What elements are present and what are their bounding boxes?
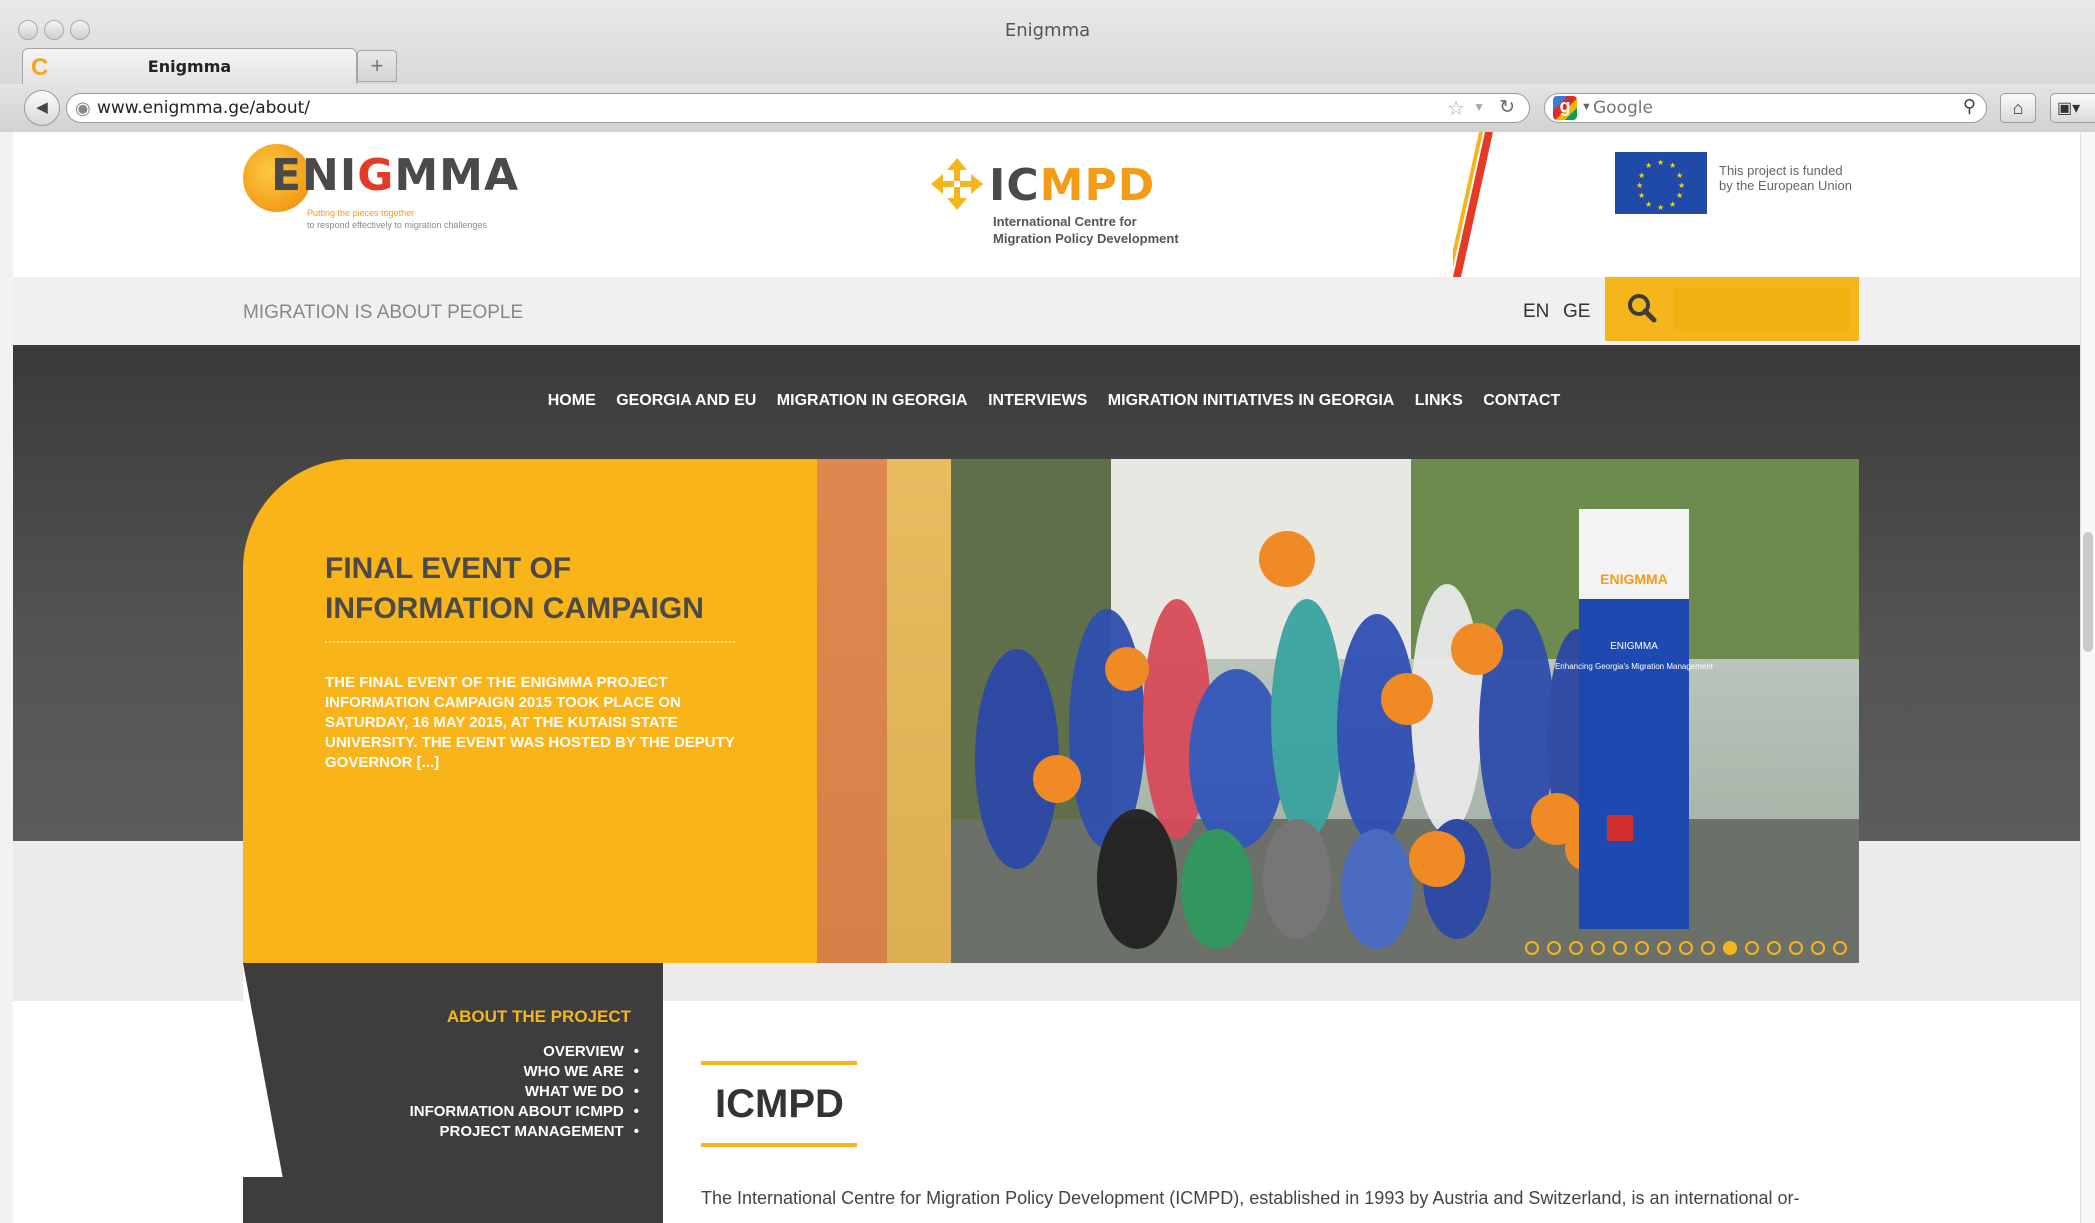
slider-dot[interactable] bbox=[1833, 941, 1847, 955]
icmpd-subtitle-1: International Centre for bbox=[993, 214, 1137, 229]
globe-icon: ◉ bbox=[75, 98, 91, 118]
extensions-button[interactable]: ▣▾ bbox=[2050, 93, 2095, 123]
utility-bar: MIGRATION IS ABOUT PEOPLE EN GE bbox=[13, 277, 2095, 345]
news-slider: FINAL EVENT OF INFORMATION CAMPAIGN THE … bbox=[243, 459, 1859, 963]
search-icon[interactable] bbox=[1625, 291, 1659, 325]
engine-dropdown-icon[interactable]: ▼ bbox=[1581, 101, 1592, 113]
page-scrollbar[interactable] bbox=[2080, 132, 2095, 1223]
browser-chrome: Enigmma C Enigmma + ◀ ◉ ☆ ▼ ↻ g ▼ ⚲ ⌂ ▣▾ bbox=[0, 0, 2095, 132]
banner-logo-text: ENIGMMA bbox=[1600, 571, 1668, 587]
icmpd-wordmark: ICMPD bbox=[989, 160, 1156, 211]
sidebar-item-label[interactable]: WHO WE ARE bbox=[523, 1063, 623, 1080]
history-dropdown-icon[interactable]: ▼ bbox=[1473, 100, 1485, 114]
web-page: ENIGMMA Putting the pieces together to r… bbox=[13, 132, 2095, 1223]
sidebar-item-label[interactable]: OVERVIEW bbox=[543, 1043, 624, 1060]
slider-dot[interactable] bbox=[1745, 941, 1759, 955]
slide-divider bbox=[325, 641, 735, 643]
title-bar: Enigmma bbox=[0, 0, 2095, 48]
slide-title-line1[interactable]: FINAL EVENT OF bbox=[325, 552, 571, 585]
nav-migration-in-georgia[interactable]: MIGRATION IN GEORGIA bbox=[777, 392, 968, 410]
sidebar-notch bbox=[243, 963, 283, 1179]
slider-dot[interactable] bbox=[1811, 941, 1825, 955]
page-body-text: The International Centre for Migration P… bbox=[701, 1188, 1800, 1208]
slide-photo[interactable]: ENIGMMA ENIGMMA Enhancing Georgia's Migr… bbox=[817, 459, 1859, 963]
sidebar-item-label[interactable]: INFORMATION ABOUT ICMPD bbox=[410, 1103, 624, 1120]
new-tab-button[interactable]: + bbox=[357, 50, 397, 82]
slider-dot[interactable] bbox=[1591, 941, 1605, 955]
home-button[interactable]: ⌂ bbox=[2000, 93, 2036, 123]
slider-dot[interactable] bbox=[1789, 941, 1803, 955]
main-navigation: HOME GEORGIA AND EU MIGRATION IN GEORGIA… bbox=[13, 392, 2095, 410]
icmpd-logo[interactable]: ICMPD International Centre for Migration… bbox=[929, 152, 1189, 246]
nav-interviews[interactable]: INTERVIEWS bbox=[988, 392, 1087, 410]
slider-dot[interactable] bbox=[1723, 941, 1737, 955]
window-title: Enigmma bbox=[1004, 20, 1091, 41]
navigation-bar: ◀ ◉ ☆ ▼ ↻ g ▼ ⚲ ⌂ ▣▾ bbox=[0, 84, 2095, 132]
tab-enigmma[interactable]: C Enigmma bbox=[22, 48, 357, 84]
address-bar[interactable]: ◉ ☆ ▼ ↻ bbox=[66, 93, 1530, 123]
enigmma-logo[interactable]: ENIGMMA Putting the pieces together to r… bbox=[243, 142, 543, 232]
magnifier-icon[interactable]: ⚲ bbox=[1963, 96, 1976, 117]
web-search-bar[interactable]: g ▼ ⚲ bbox=[1544, 93, 1987, 123]
eu-funding-text-2: by the European Union bbox=[1719, 178, 1852, 193]
slide-title[interactable]: FINAL EVENT OF INFORMATION CAMPAIGN bbox=[325, 549, 765, 629]
url-input[interactable] bbox=[97, 98, 1097, 118]
nav-home[interactable]: HOME bbox=[548, 392, 596, 410]
slider-dot[interactable] bbox=[1547, 941, 1561, 955]
eu-funding-text-1: This project is funded bbox=[1719, 163, 1843, 178]
banner-title: ENIGMMA bbox=[1610, 641, 1658, 652]
slider-dot[interactable] bbox=[1657, 941, 1671, 955]
site-header: ENIGMMA Putting the pieces together to r… bbox=[13, 132, 2095, 277]
nav-migration-initiatives[interactable]: MIGRATION INITIATIVES IN GEORGIA bbox=[1108, 392, 1395, 410]
sidebar-item-project-management[interactable]: PROJECT MANAGEMENT • bbox=[440, 1123, 639, 1140]
enigmma-wordmark: ENIGMMA bbox=[271, 150, 520, 201]
title-rule-bottom bbox=[701, 1143, 857, 1147]
sidebar-item-what-we-do[interactable]: WHAT WE DO • bbox=[525, 1083, 639, 1100]
sidebar-heading: ABOUT THE PROJECT bbox=[446, 1007, 631, 1026]
slide-excerpt: THE FINAL EVENT OF THE ENIGMMA PROJECT I… bbox=[325, 674, 735, 771]
scrollbar-thumb[interactable] bbox=[2083, 532, 2093, 652]
slider-dot[interactable] bbox=[1569, 941, 1583, 955]
google-logo-icon[interactable]: g bbox=[1553, 96, 1577, 120]
tab-bar: C Enigmma + bbox=[0, 48, 2095, 84]
sidebar-second-block bbox=[243, 1177, 663, 1223]
bookmark-star-icon[interactable]: ☆ bbox=[1447, 96, 1465, 121]
sidebar-item-overview[interactable]: OVERVIEW • bbox=[543, 1043, 639, 1060]
lang-ge-link[interactable]: GE bbox=[1563, 301, 1590, 323]
slider-dots bbox=[1517, 941, 1847, 957]
slider-dot[interactable] bbox=[1701, 941, 1715, 955]
page-title: ICMPD bbox=[715, 1082, 844, 1126]
sidebar-item-who-we-are[interactable]: WHO WE ARE • bbox=[523, 1063, 639, 1080]
eu-flag-icon: ★ ★ ★ ★ ★ ★ ★ ★ ★ ★ ★ ★ bbox=[1615, 152, 1707, 214]
banner-subtitle: Enhancing Georgia's Migration Management bbox=[1555, 662, 1714, 671]
title-rule-top bbox=[701, 1061, 857, 1065]
site-tagline: MIGRATION IS ABOUT PEOPLE bbox=[243, 302, 524, 323]
lang-en-link[interactable]: EN bbox=[1523, 301, 1549, 323]
site-search bbox=[1605, 277, 1859, 341]
sidebar-about: ABOUT THE PROJECT OVERVIEW • WHO WE ARE • … bbox=[243, 963, 663, 1179]
arrows-cross-icon bbox=[931, 158, 983, 210]
nav-georgia-and-eu[interactable]: GEORGIA AND EU bbox=[616, 392, 756, 410]
sidebar-item-label[interactable]: PROJECT MANAGEMENT bbox=[440, 1123, 624, 1140]
tab-label: Enigmma bbox=[147, 57, 232, 76]
slider-dot[interactable] bbox=[1613, 941, 1627, 955]
decorative-stripe bbox=[1453, 132, 1493, 277]
slider-dot[interactable] bbox=[1679, 941, 1693, 955]
web-search-input[interactable] bbox=[1593, 98, 1923, 118]
logo-tagline-1: Putting the pieces together bbox=[307, 208, 415, 218]
nav-links[interactable]: LINKS bbox=[1415, 392, 1463, 410]
slide-caption-panel[interactable]: FINAL EVENT OF INFORMATION CAMPAIGN THE … bbox=[243, 459, 817, 963]
icmpd-subtitle-2: Migration Policy Development bbox=[993, 231, 1179, 246]
nav-contact[interactable]: CONTACT bbox=[1483, 392, 1560, 410]
slider-dot[interactable] bbox=[1525, 941, 1539, 955]
logo-tagline-2: to respond effectively to migration chal… bbox=[307, 220, 487, 230]
back-button[interactable]: ◀ bbox=[24, 90, 60, 126]
sidebar-item-information-about-icmpd[interactable]: INFORMATION ABOUT ICMPD • bbox=[410, 1103, 639, 1120]
slider-dot[interactable] bbox=[1767, 941, 1781, 955]
reload-icon[interactable]: ↻ bbox=[1499, 96, 1515, 119]
site-search-input[interactable] bbox=[1673, 287, 1849, 331]
slider-dot[interactable] bbox=[1635, 941, 1649, 955]
slide-title-line2[interactable]: INFORMATION CAMPAIGN bbox=[325, 592, 704, 625]
sidebar-item-label[interactable]: WHAT WE DO bbox=[525, 1083, 624, 1100]
